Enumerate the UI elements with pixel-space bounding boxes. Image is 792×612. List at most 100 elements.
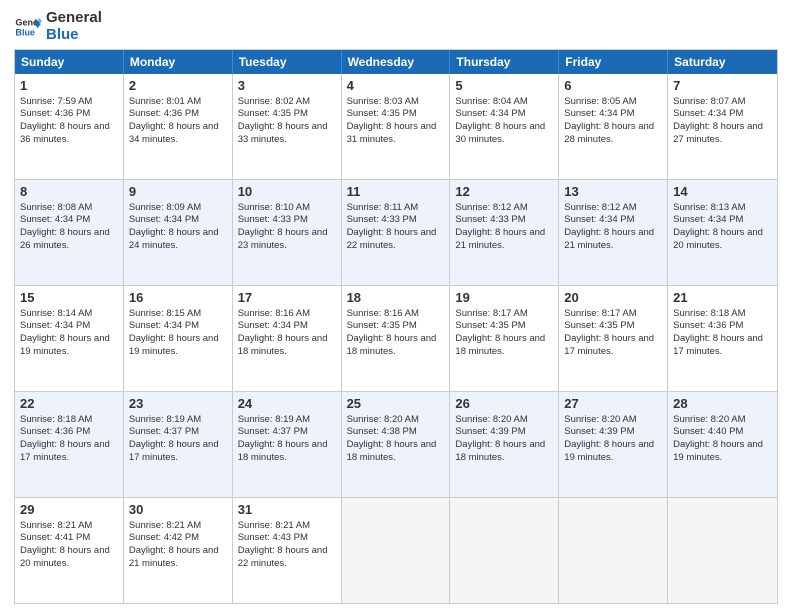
calendar-body: 1Sunrise: 7:59 AMSunset: 4:36 PMDaylight… <box>15 74 777 603</box>
day-number: 7 <box>673 77 772 95</box>
calendar-cell: 25Sunrise: 8:20 AMSunset: 4:38 PMDayligh… <box>342 392 451 497</box>
sunset-text: Sunset: 4:34 PM <box>673 108 772 121</box>
sunrise-text: Sunrise: 8:16 AM <box>347 308 445 321</box>
day-number: 8 <box>20 183 118 201</box>
day-number: 25 <box>347 395 445 413</box>
calendar-cell: 31Sunrise: 8:21 AMSunset: 4:43 PMDayligh… <box>233 498 342 603</box>
sunset-text: Sunset: 4:34 PM <box>20 320 118 333</box>
daylight-text: Daylight: 8 hours and 22 minutes. <box>238 545 336 571</box>
sunset-text: Sunset: 4:35 PM <box>347 320 445 333</box>
sunset-text: Sunset: 4:36 PM <box>20 426 118 439</box>
sunrise-text: Sunrise: 8:08 AM <box>20 202 118 215</box>
daylight-text: Daylight: 8 hours and 18 minutes. <box>347 333 445 359</box>
day-number: 1 <box>20 77 118 95</box>
sunrise-text: Sunrise: 8:21 AM <box>20 520 118 533</box>
calendar-cell: 20Sunrise: 8:17 AMSunset: 4:35 PMDayligh… <box>559 286 668 391</box>
calendar-cell: 26Sunrise: 8:20 AMSunset: 4:39 PMDayligh… <box>450 392 559 497</box>
day-number: 29 <box>20 501 118 519</box>
calendar-cell: 4Sunrise: 8:03 AMSunset: 4:35 PMDaylight… <box>342 74 451 179</box>
calendar-cell: 22Sunrise: 8:18 AMSunset: 4:36 PMDayligh… <box>15 392 124 497</box>
sunrise-text: Sunrise: 8:20 AM <box>455 414 553 427</box>
daylight-text: Daylight: 8 hours and 21 minutes. <box>564 227 662 253</box>
day-number: 17 <box>238 289 336 307</box>
calendar-cell: 24Sunrise: 8:19 AMSunset: 4:37 PMDayligh… <box>233 392 342 497</box>
sunrise-text: Sunrise: 7:59 AM <box>20 96 118 109</box>
calendar-cell: 7Sunrise: 8:07 AMSunset: 4:34 PMDaylight… <box>668 74 777 179</box>
day-number: 3 <box>238 77 336 95</box>
day-number: 12 <box>455 183 553 201</box>
daylight-text: Daylight: 8 hours and 18 minutes. <box>238 333 336 359</box>
calendar-cell: 18Sunrise: 8:16 AMSunset: 4:35 PMDayligh… <box>342 286 451 391</box>
sunrise-text: Sunrise: 8:20 AM <box>347 414 445 427</box>
daylight-text: Daylight: 8 hours and 21 minutes. <box>455 227 553 253</box>
daylight-text: Daylight: 8 hours and 23 minutes. <box>238 227 336 253</box>
calendar-cell: 1Sunrise: 7:59 AMSunset: 4:36 PMDaylight… <box>15 74 124 179</box>
sunset-text: Sunset: 4:41 PM <box>20 532 118 545</box>
sunset-text: Sunset: 4:34 PM <box>673 214 772 227</box>
calendar-cell: 15Sunrise: 8:14 AMSunset: 4:34 PMDayligh… <box>15 286 124 391</box>
sunrise-text: Sunrise: 8:18 AM <box>20 414 118 427</box>
sunrise-text: Sunrise: 8:19 AM <box>129 414 227 427</box>
calendar-cell <box>342 498 451 603</box>
page-container: General Blue General Blue SundayMondayTu… <box>0 0 792 612</box>
sunset-text: Sunset: 4:42 PM <box>129 532 227 545</box>
calendar-cell: 6Sunrise: 8:05 AMSunset: 4:34 PMDaylight… <box>559 74 668 179</box>
sunset-text: Sunset: 4:35 PM <box>564 320 662 333</box>
daylight-text: Daylight: 8 hours and 26 minutes. <box>20 227 118 253</box>
daylight-text: Daylight: 8 hours and 34 minutes. <box>129 121 227 147</box>
day-number: 9 <box>129 183 227 201</box>
sunset-text: Sunset: 4:37 PM <box>129 426 227 439</box>
calendar-cell: 14Sunrise: 8:13 AMSunset: 4:34 PMDayligh… <box>668 180 777 285</box>
weekday-header: Saturday <box>668 50 777 74</box>
daylight-text: Daylight: 8 hours and 17 minutes. <box>673 333 772 359</box>
sunrise-text: Sunrise: 8:21 AM <box>238 520 336 533</box>
calendar-cell: 17Sunrise: 8:16 AMSunset: 4:34 PMDayligh… <box>233 286 342 391</box>
daylight-text: Daylight: 8 hours and 18 minutes. <box>347 439 445 465</box>
sunrise-text: Sunrise: 8:04 AM <box>455 96 553 109</box>
sunrise-text: Sunrise: 8:20 AM <box>673 414 772 427</box>
sunset-text: Sunset: 4:36 PM <box>673 320 772 333</box>
day-number: 30 <box>129 501 227 519</box>
weekday-header: Monday <box>124 50 233 74</box>
daylight-text: Daylight: 8 hours and 19 minutes. <box>129 333 227 359</box>
calendar-cell: 27Sunrise: 8:20 AMSunset: 4:39 PMDayligh… <box>559 392 668 497</box>
daylight-text: Daylight: 8 hours and 19 minutes. <box>673 439 772 465</box>
daylight-text: Daylight: 8 hours and 31 minutes. <box>347 121 445 147</box>
weekday-header: Thursday <box>450 50 559 74</box>
sunrise-text: Sunrise: 8:09 AM <box>129 202 227 215</box>
calendar-cell: 8Sunrise: 8:08 AMSunset: 4:34 PMDaylight… <box>15 180 124 285</box>
sunrise-text: Sunrise: 8:16 AM <box>238 308 336 321</box>
calendar-cell: 3Sunrise: 8:02 AMSunset: 4:35 PMDaylight… <box>233 74 342 179</box>
daylight-text: Daylight: 8 hours and 22 minutes. <box>347 227 445 253</box>
sunset-text: Sunset: 4:39 PM <box>564 426 662 439</box>
calendar-cell: 19Sunrise: 8:17 AMSunset: 4:35 PMDayligh… <box>450 286 559 391</box>
sunset-text: Sunset: 4:33 PM <box>455 214 553 227</box>
sunset-text: Sunset: 4:34 PM <box>238 320 336 333</box>
sunrise-text: Sunrise: 8:19 AM <box>238 414 336 427</box>
daylight-text: Daylight: 8 hours and 36 minutes. <box>20 121 118 147</box>
day-number: 28 <box>673 395 772 413</box>
sunset-text: Sunset: 4:40 PM <box>673 426 772 439</box>
daylight-text: Daylight: 8 hours and 18 minutes. <box>238 439 336 465</box>
day-number: 11 <box>347 183 445 201</box>
daylight-text: Daylight: 8 hours and 17 minutes. <box>129 439 227 465</box>
daylight-text: Daylight: 8 hours and 33 minutes. <box>238 121 336 147</box>
sunrise-text: Sunrise: 8:12 AM <box>455 202 553 215</box>
calendar: SundayMondayTuesdayWednesdayThursdayFrid… <box>14 49 778 604</box>
sunset-text: Sunset: 4:36 PM <box>20 108 118 121</box>
weekday-header: Friday <box>559 50 668 74</box>
calendar-cell: 2Sunrise: 8:01 AMSunset: 4:36 PMDaylight… <box>124 74 233 179</box>
sunset-text: Sunset: 4:33 PM <box>238 214 336 227</box>
day-number: 27 <box>564 395 662 413</box>
day-number: 18 <box>347 289 445 307</box>
daylight-text: Daylight: 8 hours and 20 minutes. <box>20 545 118 571</box>
sunset-text: Sunset: 4:39 PM <box>455 426 553 439</box>
day-number: 20 <box>564 289 662 307</box>
sunrise-text: Sunrise: 8:01 AM <box>129 96 227 109</box>
daylight-text: Daylight: 8 hours and 30 minutes. <box>455 121 553 147</box>
sunset-text: Sunset: 4:35 PM <box>455 320 553 333</box>
sunset-text: Sunset: 4:36 PM <box>129 108 227 121</box>
day-number: 15 <box>20 289 118 307</box>
logo-icon: General Blue <box>14 13 42 41</box>
logo: General Blue General Blue <box>14 10 102 43</box>
